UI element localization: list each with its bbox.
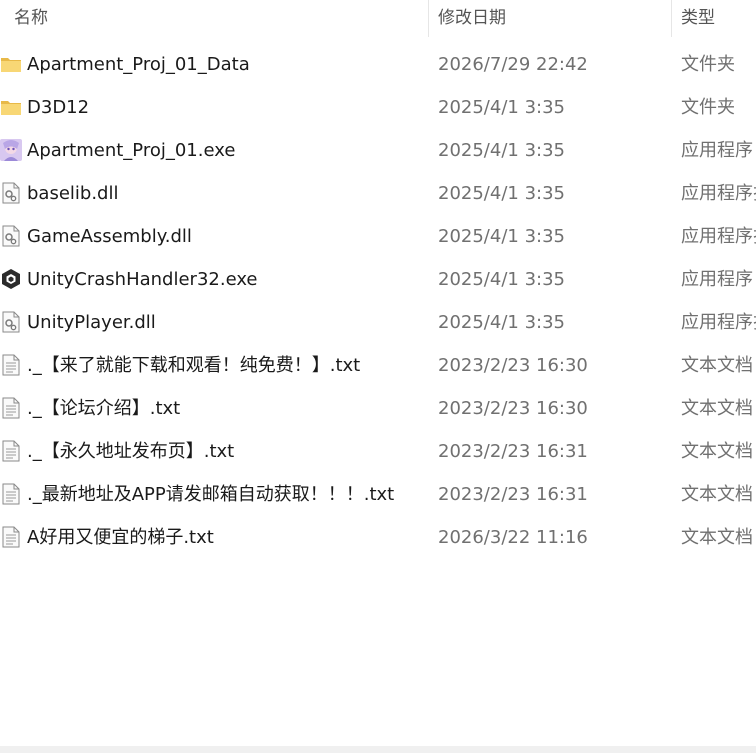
file-date-modified: 2026/3/22 11:16: [438, 527, 588, 548]
file-type: 文本文档: [681, 355, 753, 376]
horizontal-scrollbar[interactable]: [0, 746, 756, 753]
text-file-icon: [0, 483, 22, 505]
file-name[interactable]: ._【来了就能下载和观看！纯免费！】.txt: [27, 344, 360, 387]
file-name[interactable]: baselib.dll: [27, 172, 119, 215]
file-row[interactable]: GameAssembly.dll 2025/4/1 3:35 应用程序扩: [0, 215, 756, 258]
file-date-modified: 2023/2/23 16:30: [438, 398, 588, 419]
file-type: 应用程序扩: [681, 226, 756, 247]
text-file-icon: [0, 354, 22, 376]
file-date-modified: 2025/4/1 3:35: [438, 312, 565, 333]
column-header-bar: ˅ 名称 修改日期 类型: [0, 0, 756, 37]
file-row[interactable]: UnityPlayer.dll 2025/4/1 3:35 应用程序扩: [0, 301, 756, 344]
file-row[interactable]: A好用又便宜的梯子.txt 2026/3/22 11:16 文本文档: [0, 516, 756, 559]
dll-file-icon: [0, 311, 22, 333]
file-row[interactable]: ._【论坛介绍】.txt 2023/2/23 16:30 文本文档: [0, 387, 756, 430]
file-name[interactable]: UnityPlayer.dll: [27, 301, 156, 344]
file-date-modified: 2023/2/23 16:30: [438, 355, 588, 376]
folder-icon: [0, 96, 22, 118]
file-date-modified: 2025/4/1 3:35: [438, 269, 565, 290]
file-type: 文件夹: [681, 97, 735, 118]
file-list: Apartment_Proj_01_Data 2026/7/29 22:42 文件夹…: [0, 43, 756, 559]
file-date-modified: 2023/2/23 16:31: [438, 441, 588, 462]
file-date-modified: 2025/4/1 3:35: [438, 226, 565, 247]
file-name[interactable]: ._【论坛介绍】.txt: [27, 387, 180, 430]
file-type: 文本文档: [681, 484, 753, 505]
file-row[interactable]: ._【永久地址发布页】.txt 2023/2/23 16:31 文本文档: [0, 430, 756, 473]
file-name[interactable]: D3D12: [27, 86, 89, 129]
unity-icon: [0, 268, 22, 290]
sort-indicator-icon: ˅: [211, 0, 216, 6]
file-type: 文本文档: [681, 441, 753, 462]
file-type: 文本文档: [681, 398, 753, 419]
file-row[interactable]: ._最新地址及APP请发邮箱自动获取！！！.txt 2023/2/23 16:31…: [0, 473, 756, 516]
file-type: 应用程序扩: [681, 183, 756, 204]
file-row[interactable]: baselib.dll 2025/4/1 3:35 应用程序扩: [0, 172, 756, 215]
file-row[interactable]: Apartment_Proj_01_Data 2026/7/29 22:42 文件夹: [0, 43, 756, 86]
file-row[interactable]: Apartment_Proj_01.exe 2025/4/1 3:35 应用程序: [0, 129, 756, 172]
file-date-modified: 2026/7/29 22:42: [438, 54, 588, 75]
column-divider[interactable]: [428, 0, 429, 37]
file-name[interactable]: UnityCrashHandler32.exe: [27, 258, 258, 301]
text-file-icon: [0, 440, 22, 462]
file-date-modified: 2023/2/23 16:31: [438, 484, 588, 505]
text-file-icon: [0, 526, 22, 548]
file-date-modified: 2025/4/1 3:35: [438, 97, 565, 118]
file-date-modified: 2025/4/1 3:35: [438, 183, 565, 204]
file-type: 应用程序扩: [681, 312, 756, 333]
file-name[interactable]: A好用又便宜的梯子.txt: [27, 516, 214, 559]
folder-icon: [0, 53, 22, 75]
app-exe-icon: [0, 139, 22, 161]
file-row[interactable]: ._【来了就能下载和观看！纯免费！】.txt 2023/2/23 16:30 文本文…: [0, 344, 756, 387]
file-name[interactable]: Apartment_Proj_01.exe: [27, 129, 235, 172]
dll-file-icon: [0, 225, 22, 247]
column-divider[interactable]: [671, 0, 672, 37]
file-type: 应用程序: [681, 140, 753, 161]
column-header-date-modified[interactable]: 修改日期: [438, 0, 506, 37]
text-file-icon: [0, 397, 22, 419]
file-type: 应用程序: [681, 269, 753, 290]
dll-file-icon: [0, 182, 22, 204]
file-name[interactable]: GameAssembly.dll: [27, 215, 192, 258]
file-row[interactable]: D3D12 2025/4/1 3:35 文件夹: [0, 86, 756, 129]
file-name[interactable]: ._最新地址及APP请发邮箱自动获取！！！.txt: [27, 473, 394, 516]
column-header-type[interactable]: 类型: [681, 0, 715, 37]
file-date-modified: 2025/4/1 3:35: [438, 140, 565, 161]
column-header-name[interactable]: 名称: [14, 0, 48, 37]
file-row[interactable]: UnityCrashHandler32.exe 2025/4/1 3:35 应用程序: [0, 258, 756, 301]
file-name[interactable]: Apartment_Proj_01_Data: [27, 43, 250, 86]
file-type: 文件夹: [681, 54, 735, 75]
file-type: 文本文档: [681, 527, 753, 548]
file-name[interactable]: ._【永久地址发布页】.txt: [27, 430, 234, 473]
